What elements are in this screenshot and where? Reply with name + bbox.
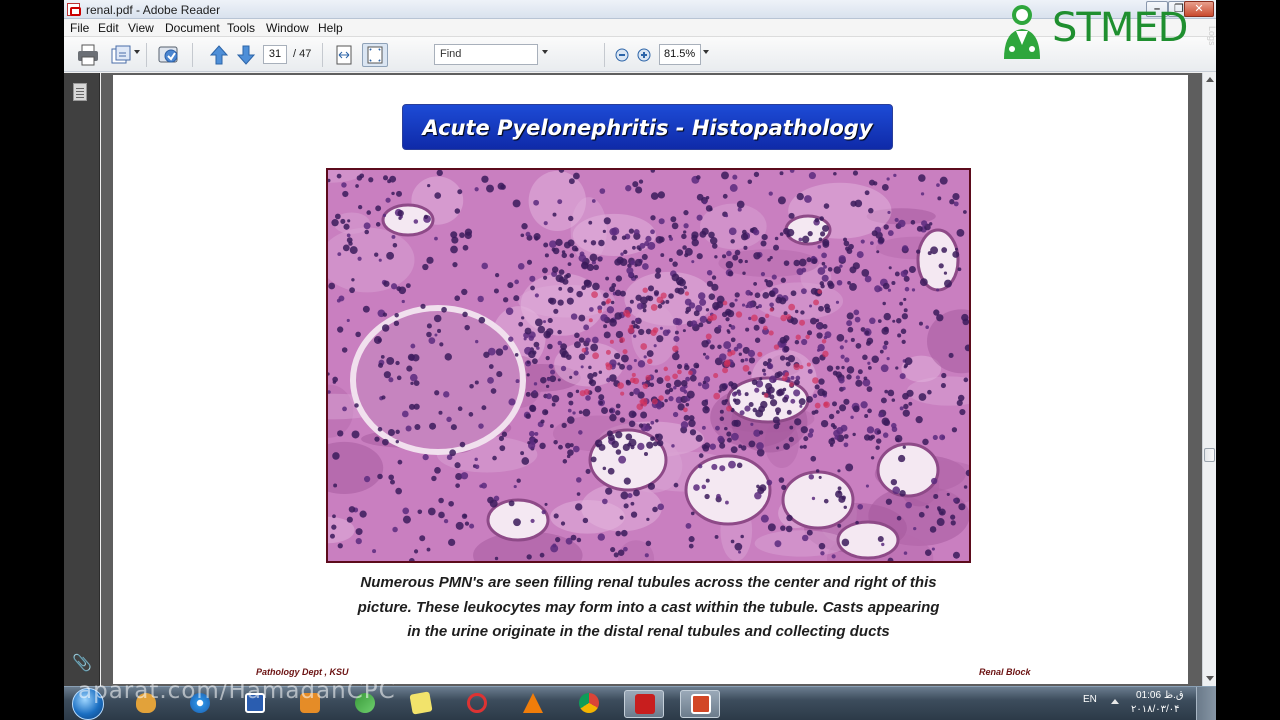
toolbar-separator [322, 43, 323, 67]
pdf-page: Acute Pyelonephritis - Histopathology Nu… [113, 75, 1188, 684]
taskbar-app-active[interactable] [680, 690, 720, 718]
find-dropdown-icon[interactable] [542, 50, 548, 54]
fit-page-button[interactable] [362, 43, 388, 67]
toolbar-separator [604, 43, 605, 67]
taskbar-app[interactable] [513, 690, 553, 718]
chrome-icon [579, 693, 599, 713]
toolbar-separator [146, 43, 147, 67]
snipping-tool-icon [467, 693, 487, 713]
navigation-pane: 📎 [64, 73, 100, 686]
side-text: Logs [1207, 26, 1217, 46]
doctor-logo-icon [1004, 5, 1040, 59]
caption-line: Numerous PMN's are seen filling renal tu… [360, 574, 937, 591]
taskbar-app-active[interactable] [624, 690, 664, 718]
scroll-down-icon[interactable] [1206, 676, 1214, 681]
clock-time[interactable]: 01:06 ق.ظ [1136, 690, 1184, 701]
adobe-reader-window: renal.pdf - Adobe Reader – ❐ ✕ File Edit… [64, 0, 1216, 686]
zoom-level-input[interactable]: 81.5% [659, 44, 701, 65]
pdf-file-icon [67, 3, 81, 16]
share-dropdown-icon[interactable] [134, 50, 140, 54]
footer-block: Renal Block [979, 667, 1031, 677]
window-title: renal.pdf - Adobe Reader [86, 3, 221, 17]
caption-line: picture. These leukocytes may form into … [357, 598, 940, 616]
sign-icon[interactable] [156, 43, 182, 67]
fit-width-icon[interactable] [334, 43, 354, 67]
watermark-text: aparat.com/HamadanCPC [78, 678, 396, 704]
menu-edit[interactable]: Edit [98, 21, 119, 35]
zoom-out-icon[interactable] [614, 43, 630, 67]
menu-file[interactable]: File [70, 21, 89, 35]
scroll-up-icon[interactable] [1206, 77, 1214, 82]
taskbar-app[interactable] [401, 690, 441, 718]
language-indicator[interactable]: EN [1083, 694, 1097, 705]
scroll-thumb[interactable] [1204, 448, 1215, 462]
page-number-input[interactable]: 31 [263, 45, 287, 64]
fit-page-icon [367, 46, 383, 64]
brand-name: STMED [1052, 5, 1188, 51]
menu-window[interactable]: Window [266, 21, 309, 35]
menu-view[interactable]: View [128, 21, 154, 35]
slide-title: Acute Pyelonephritis - Histopathology [402, 104, 893, 150]
zoom-in-icon[interactable] [636, 43, 652, 67]
taskbar-app[interactable] [569, 690, 609, 718]
vertical-scrollbar[interactable] [1202, 73, 1216, 686]
slide-caption: Numerous PMN's are seen filling renal tu… [326, 571, 971, 645]
clock-date[interactable]: ۲۰۱۸/۰۳/۰۴ [1131, 704, 1180, 715]
find-input[interactable]: Find [434, 44, 538, 65]
show-hidden-icons-icon[interactable] [1111, 699, 1119, 704]
show-desktop-button[interactable] [1196, 687, 1216, 720]
stmed-logo: STMED [998, 1, 1198, 61]
histopathology-micrograph [326, 168, 971, 563]
vlc-icon [523, 693, 543, 713]
page-thumbnails-icon[interactable] [73, 83, 87, 101]
taskbar-app[interactable] [457, 690, 497, 718]
document-viewer[interactable]: Acute Pyelonephritis - Histopathology Nu… [101, 73, 1202, 686]
zoom-dropdown-icon[interactable] [703, 50, 709, 54]
attachments-icon[interactable]: 📎 [72, 653, 92, 673]
micrograph-image [328, 170, 969, 561]
menu-help[interactable]: Help [318, 21, 343, 35]
menu-tools[interactable]: Tools [227, 21, 255, 35]
footer-department: Pathology Dept , KSU [256, 667, 349, 677]
desktop-screen: renal.pdf - Adobe Reader – ❐ ✕ File Edit… [0, 0, 1280, 720]
sticky-notes-icon [409, 691, 433, 715]
powerpoint-icon [691, 694, 711, 714]
toolbar-separator [192, 43, 193, 67]
print-icon[interactable] [77, 43, 99, 67]
caption-line: in the urine originate in the distal ren… [407, 623, 890, 640]
share-icon[interactable] [110, 43, 132, 67]
previous-page-icon[interactable] [208, 43, 230, 67]
right-margin: Logs [1207, 0, 1280, 686]
next-page-icon[interactable] [235, 43, 257, 67]
adobe-reader-icon [635, 694, 655, 714]
menu-document[interactable]: Document [165, 21, 220, 35]
page-total: / 47 [293, 48, 312, 60]
